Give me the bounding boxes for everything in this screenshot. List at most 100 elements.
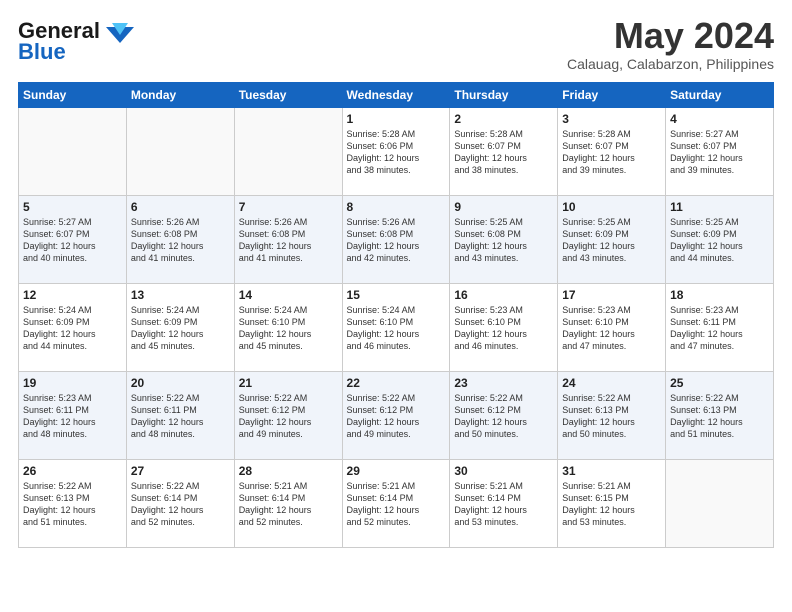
- cell-info: Sunrise: 5:22 AMSunset: 6:12 PMDaylight:…: [347, 392, 446, 441]
- day-number: 28: [239, 464, 338, 478]
- calendar-cell: 12 Sunrise: 5:24 AMSunset: 6:09 PMDayligh…: [19, 284, 127, 372]
- day-number: 31: [562, 464, 661, 478]
- calendar-cell: 9 Sunrise: 5:25 AMSunset: 6:08 PMDaylight…: [450, 196, 558, 284]
- calendar-cell: 15 Sunrise: 5:24 AMSunset: 6:10 PMDayligh…: [342, 284, 450, 372]
- day-number: 1: [347, 112, 446, 126]
- page: General Blue May 2024 Calauag, Calabarzo…: [0, 0, 792, 612]
- col-monday: Monday: [126, 83, 234, 108]
- day-number: 17: [562, 288, 661, 302]
- cell-info: Sunrise: 5:23 AMSunset: 6:10 PMDaylight:…: [562, 304, 661, 353]
- cell-info: Sunrise: 5:22 AMSunset: 6:13 PMDaylight:…: [562, 392, 661, 441]
- day-number: 2: [454, 112, 553, 126]
- day-number: 16: [454, 288, 553, 302]
- cell-info: Sunrise: 5:21 AMSunset: 6:15 PMDaylight:…: [562, 480, 661, 529]
- calendar-cell: 31 Sunrise: 5:21 AMSunset: 6:15 PMDayligh…: [558, 460, 666, 548]
- calendar-cell: 3 Sunrise: 5:28 AMSunset: 6:07 PMDaylight…: [558, 108, 666, 196]
- calendar-cell: 11 Sunrise: 5:25 AMSunset: 6:09 PMDayligh…: [666, 196, 774, 284]
- cell-info: Sunrise: 5:28 AMSunset: 6:07 PMDaylight:…: [454, 128, 553, 177]
- calendar-cell: 26 Sunrise: 5:22 AMSunset: 6:13 PMDayligh…: [19, 460, 127, 548]
- cell-info: Sunrise: 5:26 AMSunset: 6:08 PMDaylight:…: [239, 216, 338, 265]
- calendar-week-row: 1Sunrise: 5:28 AMSunset: 6:06 PMDaylight…: [19, 108, 774, 196]
- day-number: 12: [23, 288, 122, 302]
- location-title: Calauag, Calabarzon, Philippines: [567, 56, 774, 72]
- day-number: 10: [562, 200, 661, 214]
- logo-general: General: [18, 18, 100, 43]
- col-friday: Friday: [558, 83, 666, 108]
- calendar-cell: 14Sunrise: 5:24 AMSunset: 6:10 PMDayligh…: [234, 284, 342, 372]
- cell-info: Sunrise: 5:28 AMSunset: 6:07 PMDaylight:…: [562, 128, 661, 177]
- day-number: 14: [239, 288, 338, 302]
- day-number: 9: [454, 200, 553, 214]
- col-thursday: Thursday: [450, 83, 558, 108]
- col-saturday: Saturday: [666, 83, 774, 108]
- day-number: 27: [131, 464, 230, 478]
- logo: General Blue: [18, 18, 134, 63]
- cell-info: Sunrise: 5:24 AMSunset: 6:09 PMDaylight:…: [131, 304, 230, 353]
- day-number: 20: [131, 376, 230, 390]
- day-number: 4: [670, 112, 769, 126]
- day-number: 5: [23, 200, 122, 214]
- cell-info: Sunrise: 5:27 AMSunset: 6:07 PMDaylight:…: [670, 128, 769, 177]
- calendar-cell: 5 Sunrise: 5:27 AMSunset: 6:07 PMDaylight…: [19, 196, 127, 284]
- col-tuesday: Tuesday: [234, 83, 342, 108]
- cell-info: Sunrise: 5:25 AMSunset: 6:08 PMDaylight:…: [454, 216, 553, 265]
- logo-icon: [106, 23, 134, 45]
- calendar-cell: 22Sunrise: 5:22 AMSunset: 6:12 PMDayligh…: [342, 372, 450, 460]
- calendar-cell: 23Sunrise: 5:22 AMSunset: 6:12 PMDayligh…: [450, 372, 558, 460]
- calendar-cell: 7 Sunrise: 5:26 AMSunset: 6:08 PMDaylight…: [234, 196, 342, 284]
- day-number: 7: [239, 200, 338, 214]
- calendar-cell: 18 Sunrise: 5:23 AMSunset: 6:11 PMDayligh…: [666, 284, 774, 372]
- cell-info: Sunrise: 5:27 AMSunset: 6:07 PMDaylight:…: [23, 216, 122, 265]
- calendar-week-row: 26 Sunrise: 5:22 AMSunset: 6:13 PMDayligh…: [19, 460, 774, 548]
- cell-info: Sunrise: 5:24 AMSunset: 6:09 PMDaylight:…: [23, 304, 122, 353]
- day-number: 11: [670, 200, 769, 214]
- cell-info: Sunrise: 5:21 AMSunset: 6:14 PMDaylight:…: [239, 480, 338, 529]
- calendar-cell: 17 Sunrise: 5:23 AMSunset: 6:10 PMDayligh…: [558, 284, 666, 372]
- cell-info: Sunrise: 5:21 AMSunset: 6:14 PMDaylight:…: [454, 480, 553, 529]
- cell-info: Sunrise: 5:26 AMSunset: 6:08 PMDaylight:…: [131, 216, 230, 265]
- calendar-cell: 16 Sunrise: 5:23 AMSunset: 6:10 PMDayligh…: [450, 284, 558, 372]
- day-number: 3: [562, 112, 661, 126]
- day-number: 18: [670, 288, 769, 302]
- cell-info: Sunrise: 5:23 AMSunset: 6:10 PMDaylight:…: [454, 304, 553, 353]
- cell-info: Sunrise: 5:22 AMSunset: 6:13 PMDaylight:…: [23, 480, 122, 529]
- calendar-week-row: 5 Sunrise: 5:27 AMSunset: 6:07 PMDaylight…: [19, 196, 774, 284]
- calendar: Sunday Monday Tuesday Wednesday Thursday…: [18, 82, 774, 548]
- day-number: 26: [23, 464, 122, 478]
- cell-info: Sunrise: 5:25 AMSunset: 6:09 PMDaylight:…: [562, 216, 661, 265]
- cell-info: Sunrise: 5:21 AMSunset: 6:14 PMDaylight:…: [347, 480, 446, 529]
- calendar-cell: 29 Sunrise: 5:21 AMSunset: 6:14 PMDayligh…: [342, 460, 450, 548]
- calendar-week-row: 19Sunrise: 5:23 AMSunset: 6:11 PMDayligh…: [19, 372, 774, 460]
- calendar-cell: 30 Sunrise: 5:21 AMSunset: 6:14 PMDayligh…: [450, 460, 558, 548]
- col-sunday: Sunday: [19, 83, 127, 108]
- cell-info: Sunrise: 5:24 AMSunset: 6:10 PMDaylight:…: [347, 304, 446, 353]
- calendar-cell: 10 Sunrise: 5:25 AMSunset: 6:09 PMDayligh…: [558, 196, 666, 284]
- day-number: 24: [562, 376, 661, 390]
- cell-info: Sunrise: 5:25 AMSunset: 6:09 PMDaylight:…: [670, 216, 769, 265]
- calendar-cell: [234, 108, 342, 196]
- month-title: May 2024: [567, 18, 774, 54]
- calendar-cell: 28 Sunrise: 5:21 AMSunset: 6:14 PMDayligh…: [234, 460, 342, 548]
- calendar-week-row: 12 Sunrise: 5:24 AMSunset: 6:09 PMDayligh…: [19, 284, 774, 372]
- day-number: 15: [347, 288, 446, 302]
- day-number: 29: [347, 464, 446, 478]
- cell-info: Sunrise: 5:26 AMSunset: 6:08 PMDaylight:…: [347, 216, 446, 265]
- header: General Blue May 2024 Calauag, Calabarzo…: [18, 18, 774, 72]
- cell-info: Sunrise: 5:22 AMSunset: 6:11 PMDaylight:…: [131, 392, 230, 441]
- calendar-cell: [126, 108, 234, 196]
- cell-info: Sunrise: 5:22 AMSunset: 6:13 PMDaylight:…: [670, 392, 769, 441]
- calendar-header-row: Sunday Monday Tuesday Wednesday Thursday…: [19, 83, 774, 108]
- day-number: 21: [239, 376, 338, 390]
- cell-info: Sunrise: 5:22 AMSunset: 6:12 PMDaylight:…: [239, 392, 338, 441]
- calendar-cell: 1Sunrise: 5:28 AMSunset: 6:06 PMDaylight…: [342, 108, 450, 196]
- day-number: 6: [131, 200, 230, 214]
- cell-info: Sunrise: 5:23 AMSunset: 6:11 PMDaylight:…: [670, 304, 769, 353]
- calendar-cell: 25Sunrise: 5:22 AMSunset: 6:13 PMDayligh…: [666, 372, 774, 460]
- day-number: 19: [23, 376, 122, 390]
- day-number: 8: [347, 200, 446, 214]
- cell-info: Sunrise: 5:22 AMSunset: 6:12 PMDaylight:…: [454, 392, 553, 441]
- calendar-cell: 13Sunrise: 5:24 AMSunset: 6:09 PMDayligh…: [126, 284, 234, 372]
- calendar-cell: [666, 460, 774, 548]
- calendar-cell: 4 Sunrise: 5:27 AMSunset: 6:07 PMDaylight…: [666, 108, 774, 196]
- day-number: 30: [454, 464, 553, 478]
